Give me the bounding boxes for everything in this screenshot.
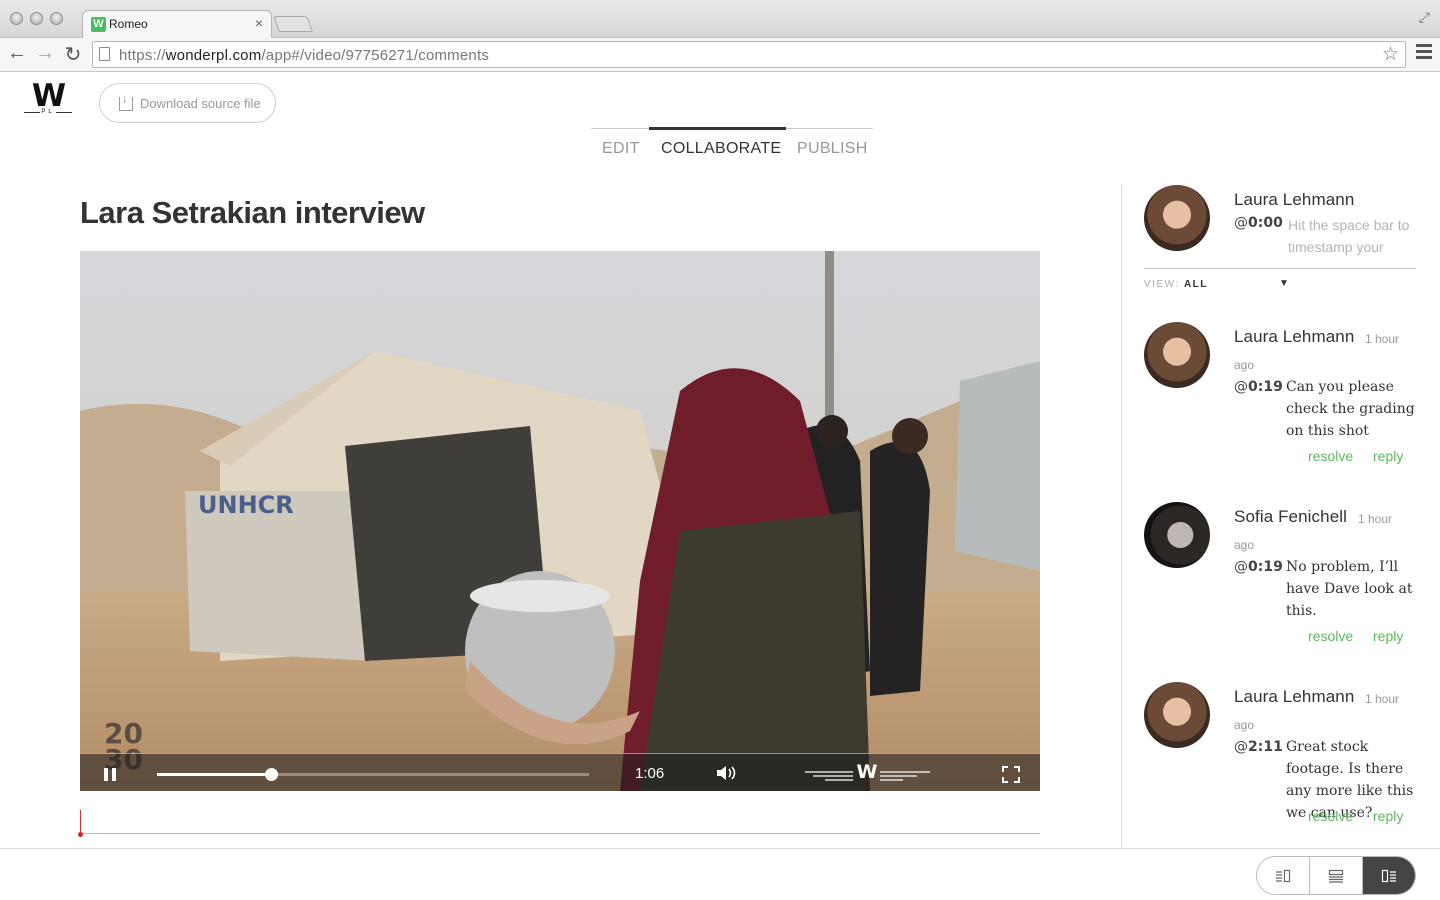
comment-body: Can you please check the grading on this… <box>1286 379 1415 439</box>
layout-video-only-button[interactable] <box>1257 857 1310 894</box>
comment-time: ago <box>1234 538 1255 552</box>
tab-collaborate[interactable]: COLLABORATE <box>661 140 781 158</box>
comment-timeline[interactable] <box>80 833 1040 834</box>
mode-tabs: EDIT COLLABORATE PUBLISH <box>591 127 873 168</box>
avatar <box>1144 322 1210 388</box>
comment-timestamp[interactable]: @0:19 <box>1234 379 1283 395</box>
layout-stacked-button[interactable] <box>1310 857 1363 894</box>
close-tab-icon[interactable]: × <box>255 15 263 31</box>
reply-link[interactable]: reply <box>1373 448 1403 464</box>
browser-tab[interactable]: W Romeo × <box>82 10 272 39</box>
browser-toolbar: ← → ↻ https://wonderpl.com/app#/video/97… <box>0 38 1440 72</box>
close-window-button[interactable] <box>10 12 23 25</box>
timeline-marker-dot[interactable] <box>78 832 83 837</box>
wonder-logo[interactable]: W PL <box>24 78 72 118</box>
back-icon[interactable]: ← <box>6 42 28 65</box>
layout-right-icon <box>1381 869 1396 882</box>
favicon-icon: W <box>91 17 106 32</box>
chevron-down-icon[interactable]: ▼ <box>1279 278 1289 289</box>
download-icon <box>119 93 133 111</box>
comment-author: Laura Lehmann <box>1234 327 1355 346</box>
tab-publish[interactable]: PUBLISH <box>797 140 868 158</box>
pause-icon[interactable] <box>104 768 116 781</box>
video-title: Lara Setrakian interview <box>80 195 425 230</box>
download-source-button[interactable]: Download source file <box>99 83 276 123</box>
zoom-window-button[interactable] <box>50 12 63 25</box>
comment-time: 1 hour <box>1365 332 1400 346</box>
comment-author: Sofia Fenichell <box>1234 507 1348 526</box>
reply-link[interactable]: reply <box>1373 628 1403 644</box>
tab-title: Romeo <box>109 17 148 31</box>
reply-link[interactable]: reply <box>1373 808 1403 824</box>
comment-timestamp[interactable]: @2:11 <box>1234 739 1283 755</box>
layout-stack-icon <box>1328 869 1344 883</box>
resolve-link[interactable]: resolve <box>1308 448 1353 464</box>
progress-fill <box>157 773 272 776</box>
comment-time: 1 hour <box>1365 692 1400 706</box>
comment-input[interactable]: Hit the space bar to timestamp your <box>1288 214 1418 258</box>
fullscreen-window-icon[interactable]: ⤢ <box>1419 9 1430 26</box>
player-controls: 1:06 W <box>80 753 1040 791</box>
playback-time: 1:06 <box>635 765 665 782</box>
layout-side-by-side-button[interactable] <box>1363 857 1415 894</box>
volume-icon[interactable] <box>716 765 738 781</box>
avatar <box>1144 185 1210 251</box>
comment-time: ago <box>1234 358 1255 372</box>
comment-time: ago <box>1234 718 1255 732</box>
player-logo: W <box>805 761 930 786</box>
video-player[interactable]: UNHCR 2030 1:06 W <box>80 251 1040 791</box>
resolve-link[interactable]: resolve <box>1308 628 1353 644</box>
minimize-window-button[interactable] <box>30 12 43 25</box>
timeline-playhead[interactable] <box>80 810 81 834</box>
address-bar[interactable]: https://wonderpl.com/app#/video/97756271… <box>92 41 1406 68</box>
avatar <box>1144 682 1210 748</box>
fullscreen-icon[interactable] <box>1002 766 1020 783</box>
progress-handle[interactable] <box>265 768 279 781</box>
page-icon <box>99 47 110 61</box>
avatar <box>1144 502 1210 568</box>
compose-author: Laura Lehmann <box>1234 190 1355 209</box>
comment-author: Laura Lehmann <box>1234 687 1355 706</box>
tab-edit[interactable]: EDIT <box>602 140 640 158</box>
view-filter-dropdown[interactable]: VIEW: ALL <box>1144 279 1208 290</box>
layout-left-icon <box>1276 869 1291 882</box>
active-tab-indicator <box>649 127 786 130</box>
filter-divider <box>1144 268 1416 269</box>
resolve-link[interactable]: resolve <box>1308 808 1353 824</box>
progress-bar[interactable] <box>157 768 589 781</box>
browser-titlebar: W Romeo × ⤢ <box>0 0 1440 39</box>
video-frame: UNHCR <box>80 251 1040 791</box>
new-tab-button[interactable] <box>273 16 313 32</box>
reload-icon[interactable]: ↻ <box>62 42 84 67</box>
forward-icon[interactable]: → <box>34 42 56 65</box>
comment-body: No problem, I’ll have Dave look at this. <box>1286 559 1413 619</box>
url-text: https://wonderpl.com/app#/video/97756271… <box>119 47 490 64</box>
compose-timestamp: @0:00 <box>1234 215 1283 231</box>
comment-time: 1 hour <box>1358 512 1393 526</box>
bottom-bar <box>0 848 1440 900</box>
browser-menu-icon[interactable] <box>1416 44 1432 62</box>
bookmark-star-icon[interactable]: ☆ <box>1382 43 1399 66</box>
svg-text:UNHCR: UNHCR <box>198 491 294 519</box>
sidebar-divider <box>1121 185 1122 848</box>
comment-timestamp[interactable]: @0:19 <box>1234 559 1283 575</box>
layout-toggle <box>1256 856 1416 895</box>
